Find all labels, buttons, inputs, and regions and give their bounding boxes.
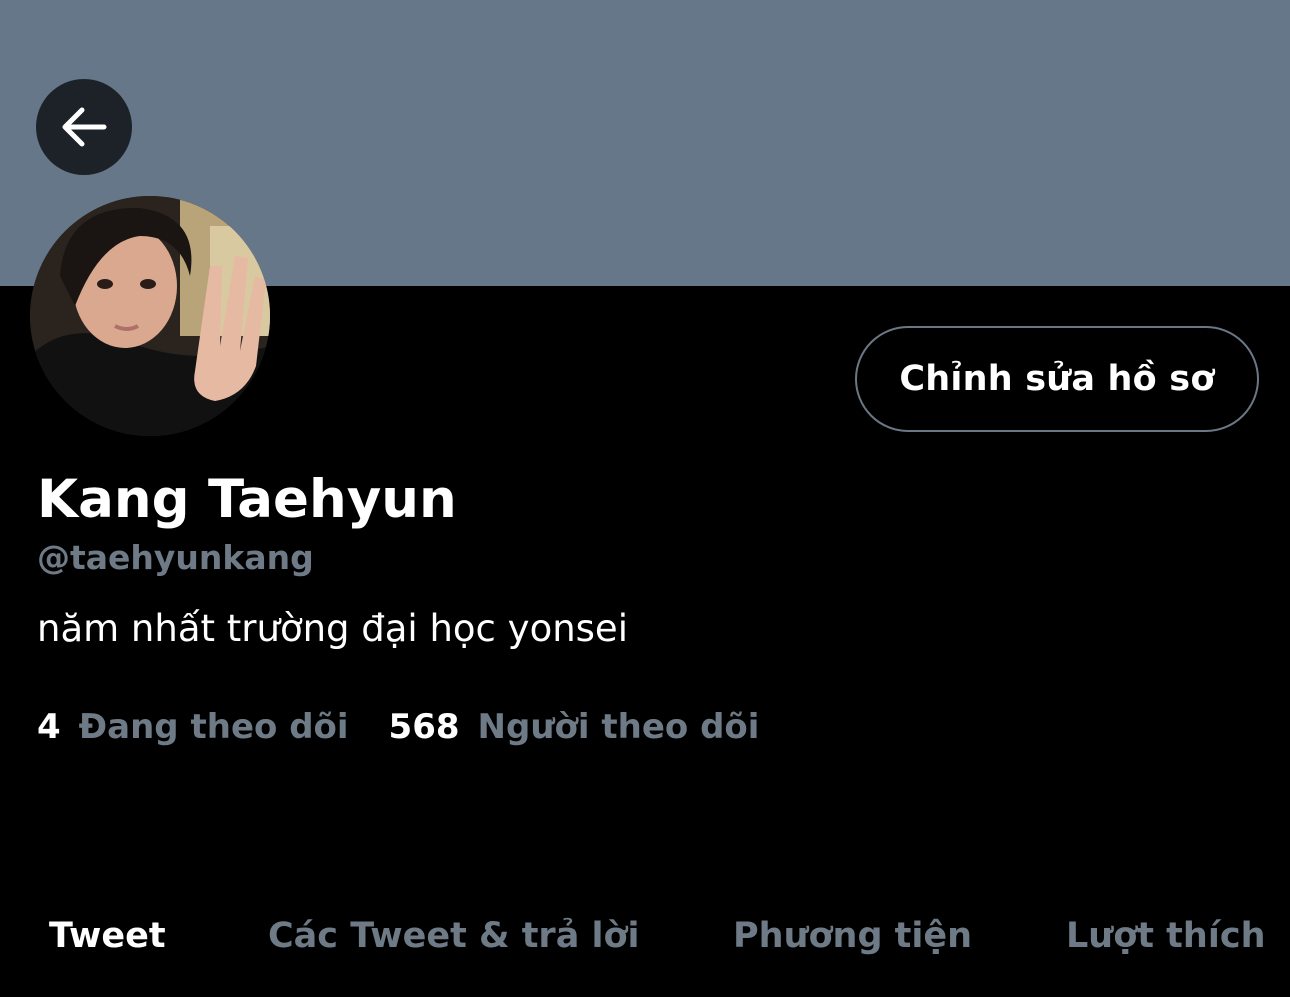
arrow-left-icon	[58, 101, 110, 153]
back-button[interactable]	[36, 79, 132, 175]
profile-bio: năm nhất trường đại học yonsei	[37, 607, 628, 650]
edit-profile-button[interactable]: Chỉnh sửa hồ sơ	[855, 326, 1259, 432]
following-label: Đang theo dõi	[78, 707, 349, 747]
tab-tweets-and-replies[interactable]: Các Tweet & trả lời	[268, 900, 640, 972]
display-name: Kang Taehyun	[37, 469, 457, 530]
profile-page: Chỉnh sửa hồ sơ Kang Taehyun @taehyunkan…	[0, 0, 1290, 997]
followers-label: Người theo dõi	[477, 707, 760, 747]
username-handle: @taehyunkang	[37, 538, 314, 577]
tab-tweets[interactable]: Tweet	[49, 900, 166, 972]
follow-stats: 4 Đang theo dõi 568 Người theo dõi	[37, 703, 759, 751]
profile-tabs: Tweet Các Tweet & trả lời Phương tiện Lư…	[0, 900, 1290, 972]
followers-count: 568	[388, 707, 460, 747]
followers-stat[interactable]: 568 Người theo dõi	[389, 703, 760, 751]
following-count: 4	[37, 707, 61, 747]
avatar[interactable]	[30, 196, 270, 436]
following-stat[interactable]: 4 Đang theo dõi	[37, 703, 349, 751]
tab-likes[interactable]: Lượt thích	[1066, 900, 1266, 972]
tab-media[interactable]: Phương tiện	[733, 900, 972, 972]
